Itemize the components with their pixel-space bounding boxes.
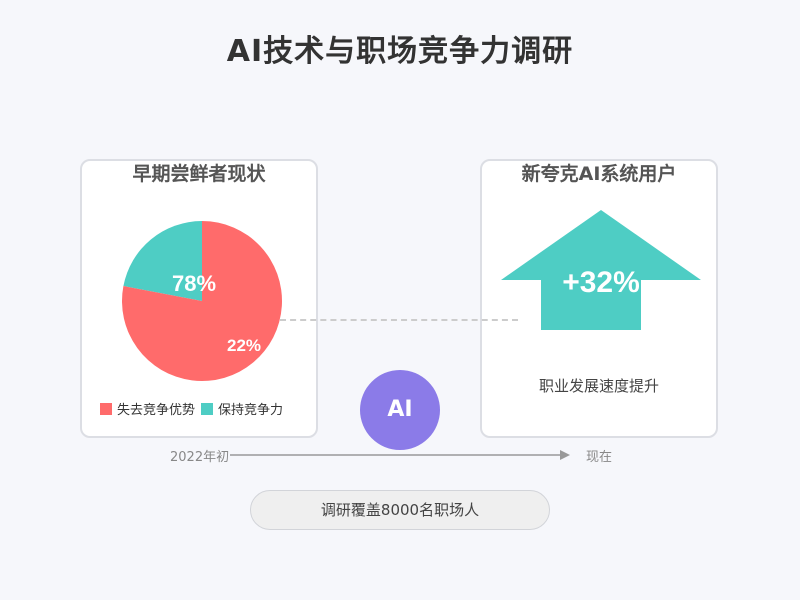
growth-caption: 职业发展速度提升 [538,377,659,395]
timeline-arrowhead-icon [560,450,570,460]
legend-item-keep: 保持竞争力 [201,399,283,418]
survey-note-pill: 调研覆盖8000名职场人 [250,490,550,530]
up-arrow-icon: +32% [501,210,701,330]
pie-chart: 78% 22% [122,221,283,381]
page-title: AI技术与职场竞争力调研 [226,34,574,69]
legend-label-keep: 保持竞争力 [218,403,284,418]
pie-label-keep: 78% [172,271,216,296]
pie-legend: 失去竞争优势 保持竞争力 [100,399,310,418]
pie-label-lose: 22% [227,336,261,355]
timeline-start-label: 2022年初 [170,450,230,465]
legend-item-lose: 失去竞争优势 [100,399,195,418]
legend-swatch-lose [100,402,112,415]
timeline-end-label: 现在 [586,450,613,465]
ai-users-title: 新夸克AI系统用户 [521,163,677,185]
early-adopters-title: 早期尝鲜者现状 [132,163,266,185]
ai-users-card: 新夸克AI系统用户 +32% 职业发展速度提升 [480,159,718,438]
legend-swatch-keep [201,402,214,415]
connector-dashed-line [280,319,518,321]
legend-label-lose: 失去竞争优势 [117,403,196,418]
growth-value: +32% [562,266,640,299]
early-adopters-card: 早期尝鲜者现状 78% 22% 失去竞争优势 保持竞争力 [80,159,318,438]
ai-badge: AI [360,370,440,450]
